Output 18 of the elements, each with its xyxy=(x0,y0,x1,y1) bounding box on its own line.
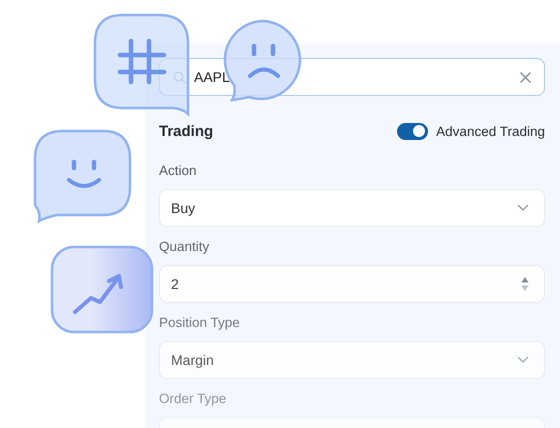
close-icon[interactable] xyxy=(520,72,531,82)
hashtag-bubble-icon xyxy=(93,13,191,117)
field-label: Quantity xyxy=(159,239,210,256)
chevron-down-icon xyxy=(517,204,529,212)
spinner-icon[interactable] xyxy=(521,276,529,292)
select-field[interactable]: Buy xyxy=(159,189,545,227)
smile-bubble-icon xyxy=(33,129,133,224)
field-label: Order Type xyxy=(159,391,228,408)
number-field[interactable]: 2 xyxy=(159,265,545,303)
search-icon xyxy=(173,70,186,84)
field-label: Action xyxy=(159,163,198,180)
select-field[interactable]: Margin xyxy=(159,341,545,379)
toggle-label: Advanced Trading xyxy=(436,124,545,138)
chevron-down-icon xyxy=(517,356,529,364)
trend-tile-icon xyxy=(50,245,155,335)
toggle-switch[interactable] xyxy=(397,122,428,140)
section-title: Trading xyxy=(159,122,214,140)
field-label: Position Type xyxy=(159,315,241,332)
